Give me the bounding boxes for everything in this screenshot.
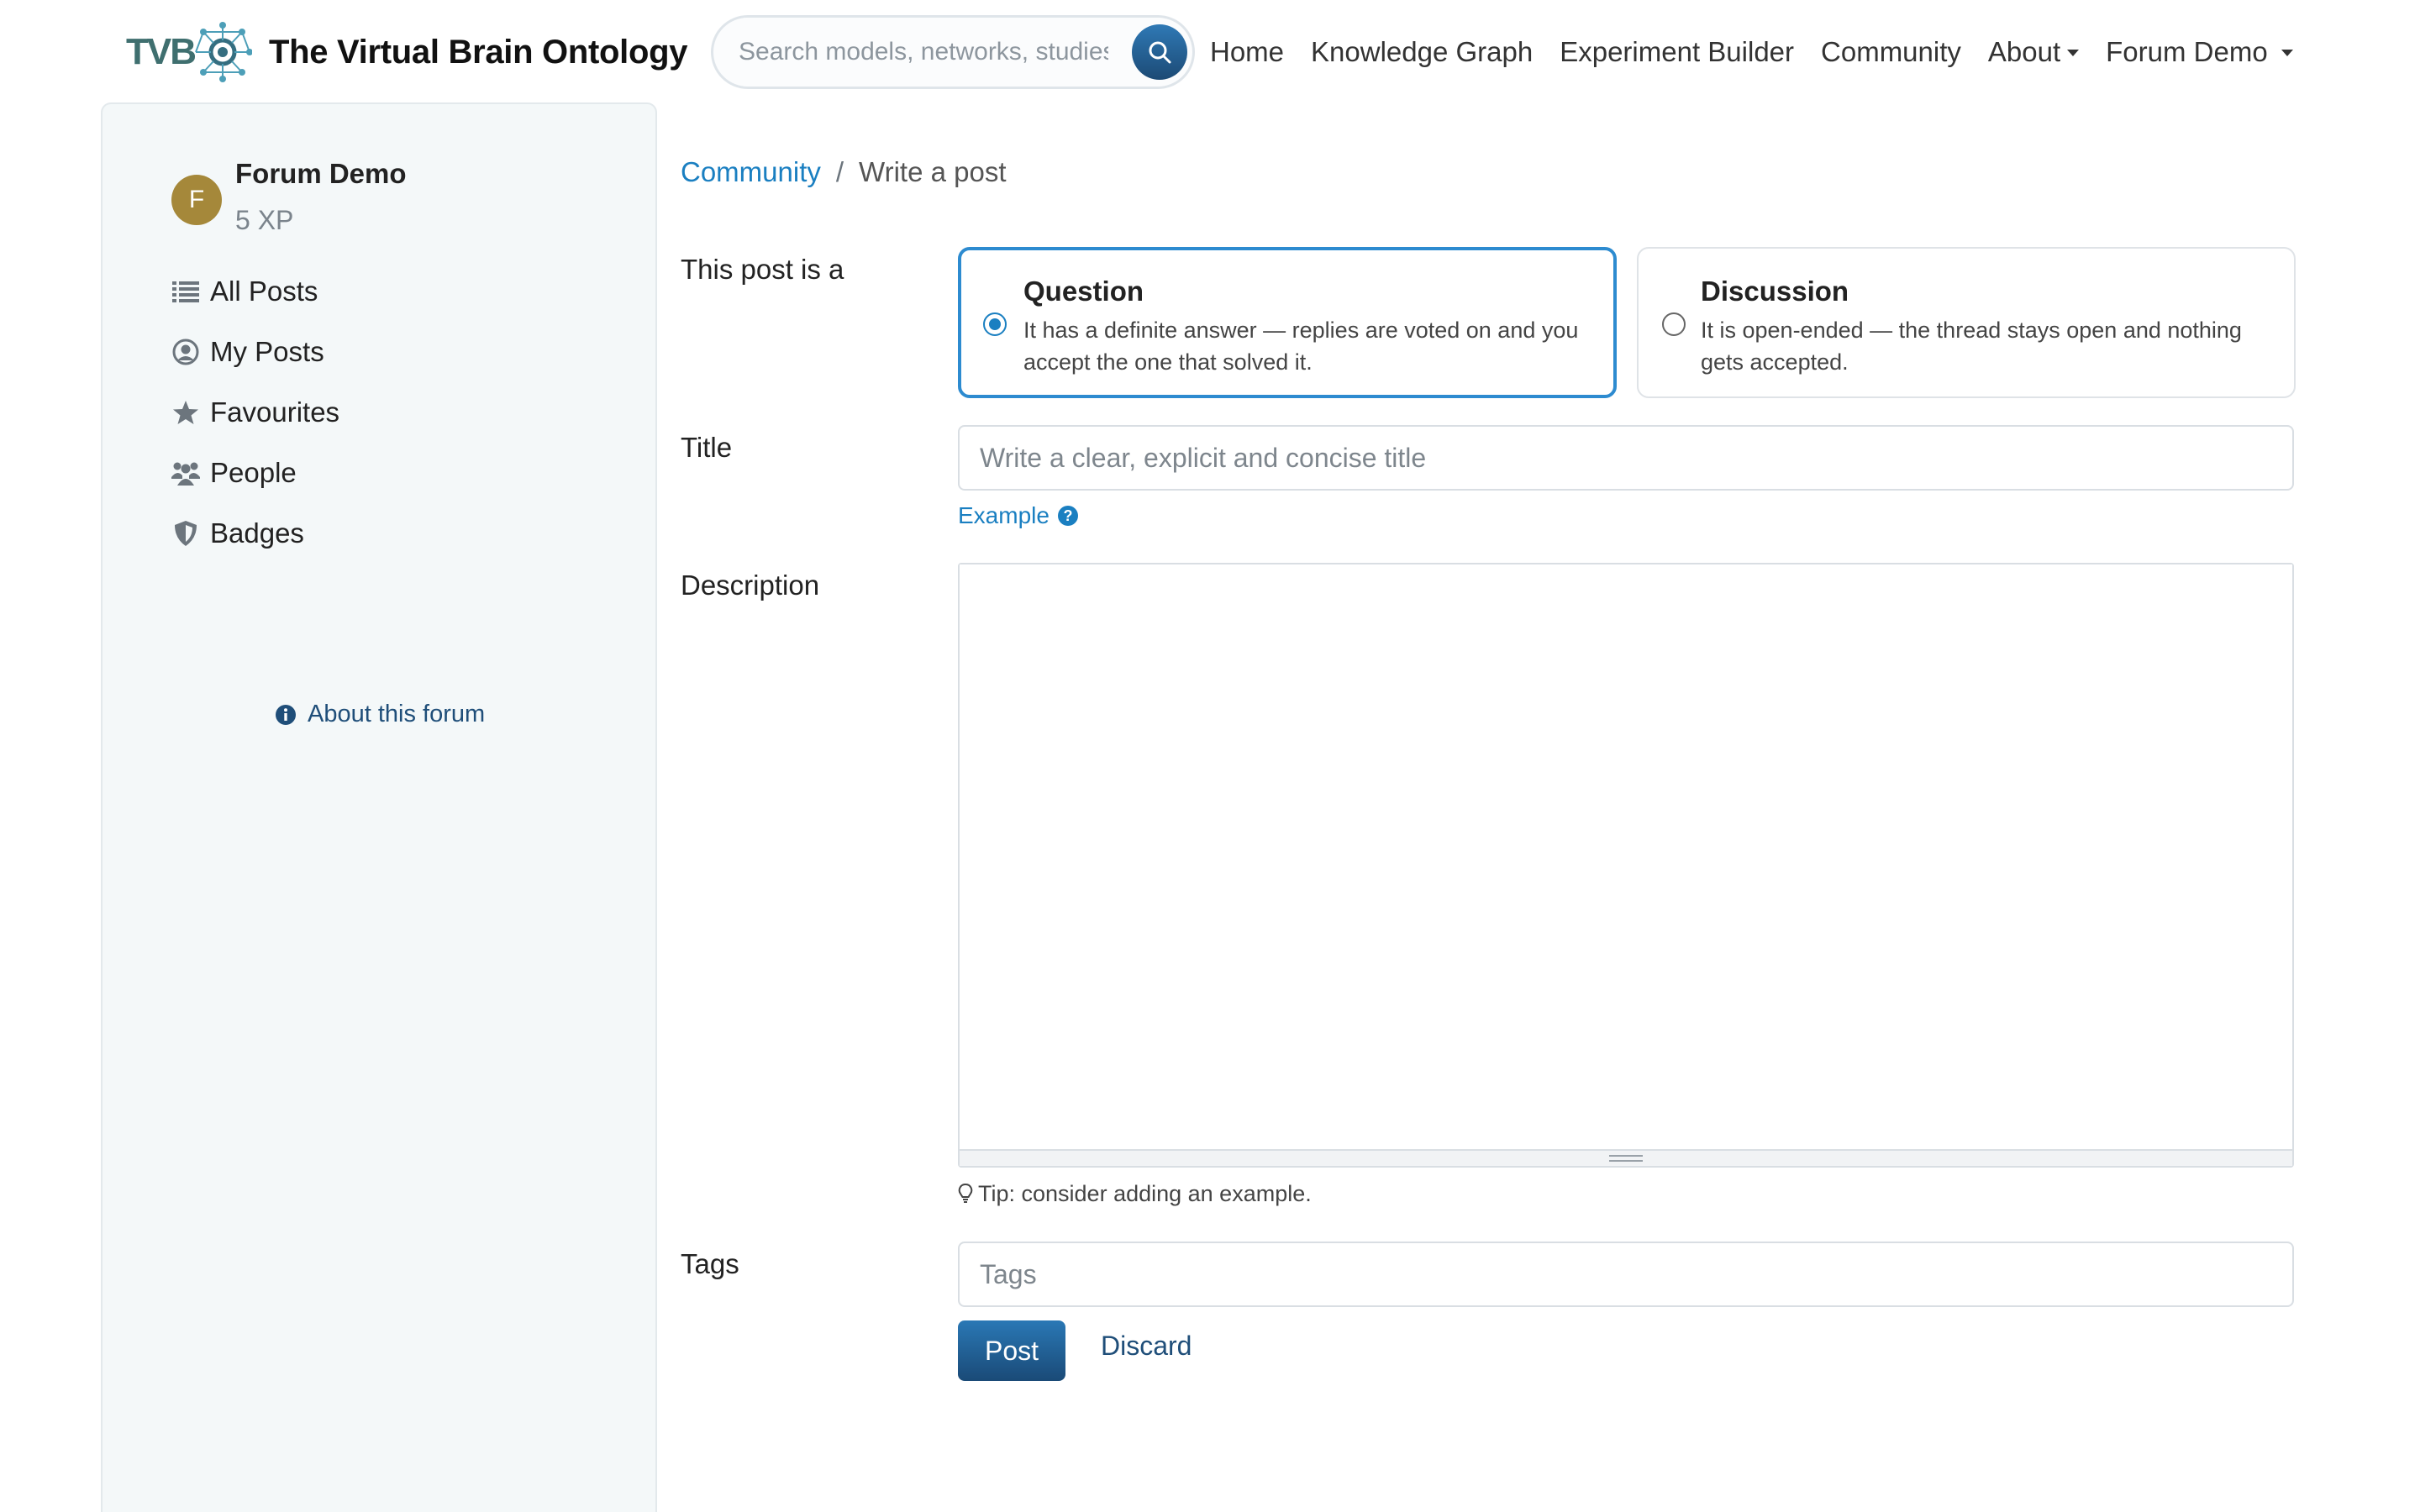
top-navbar: TVB The Virtual Brain Ontology Search mo… [0, 0, 2420, 104]
search-input[interactable] [739, 18, 1108, 87]
nav-community[interactable]: Community [1821, 36, 1961, 68]
avatar[interactable]: F [171, 175, 222, 225]
user-name[interactable]: Forum Demo [235, 158, 407, 190]
nav-user-dropdown[interactable]: Forum Demo [2106, 36, 2293, 68]
caret-down-icon [2067, 50, 2080, 56]
sidebar-item-all-posts[interactable]: All Posts [171, 270, 318, 312]
svg-text:TVB: TVB [126, 31, 195, 72]
discussion-description: It is open-ended — the thread stays open… [1701, 318, 2242, 375]
post-type-discussion-card[interactable]: Discussion It is open-ended — the thread… [1637, 247, 2296, 398]
search-button[interactable] [1132, 24, 1187, 80]
question-radio[interactable] [983, 312, 1007, 336]
sidebar-item-my-posts[interactable]: My Posts [171, 331, 324, 373]
info-circle-icon [276, 704, 296, 725]
tags-label: Tags [681, 1248, 739, 1279]
sidebar-item-people[interactable]: People [171, 452, 297, 494]
user-circle-icon [171, 338, 200, 366]
caret-down-icon [2281, 50, 2293, 56]
forum-sidebar: F Forum Demo 5 XP All Posts My Posts Fav… [101, 102, 657, 1512]
tip-text: Tip: consider adding an example. [978, 1181, 1312, 1206]
nav-about-dropdown[interactable]: About [1987, 36, 2080, 68]
post-type-label: This post is a [681, 254, 844, 285]
people-icon [171, 459, 200, 487]
nav-experiment-builder[interactable]: Experiment Builder [1560, 36, 1794, 68]
breadcrumb-current: Write a post [859, 156, 1007, 187]
brand-title: The Virtual Brain Ontology [269, 33, 688, 71]
example-link[interactable]: Example ? [958, 502, 1078, 529]
brand[interactable]: TVB The Virtual Brain Ontology [126, 20, 687, 84]
description-editor [958, 563, 2294, 1168]
about-forum-label: About this forum [308, 701, 486, 727]
sidebar-item-label: Favourites [210, 396, 340, 428]
editor-resize-handle[interactable] [960, 1149, 2292, 1166]
question-title: Question [1023, 276, 1144, 307]
post-button[interactable]: Post [958, 1320, 1065, 1381]
breadcrumb: Community / Write a post [681, 156, 1007, 188]
list-icon [171, 277, 200, 306]
editor-tip: Tip: consider adding an example. [958, 1181, 1312, 1207]
nav-knowledge-graph[interactable]: Knowledge Graph [1311, 36, 1533, 68]
description-label: Description [681, 570, 820, 601]
title-label: Title [681, 432, 733, 463]
nav-links: Home Knowledge Graph Experiment Builder … [1210, 25, 2320, 79]
nav-about-label: About [1987, 36, 2061, 67]
discussion-radio[interactable] [1662, 312, 1686, 336]
discard-button[interactable]: Discard [1101, 1331, 1192, 1362]
sidebar-item-favourites[interactable]: Favourites [171, 391, 339, 433]
shield-icon [171, 519, 200, 548]
search-box [711, 15, 1195, 89]
title-input[interactable] [958, 425, 2294, 491]
nav-user-label: Forum Demo [2106, 36, 2268, 67]
example-label: Example [958, 502, 1050, 528]
user-xp: 5 XP [235, 205, 294, 235]
question-circle-icon: ? [1057, 506, 1078, 526]
discussion-title: Discussion [1701, 276, 1849, 307]
search-icon [1149, 41, 1171, 64]
breadcrumb-separator: / [835, 156, 844, 187]
sidebar-item-label: Badges [210, 517, 304, 549]
description-textarea[interactable] [960, 564, 2292, 1151]
sidebar-item-label: My Posts [210, 336, 324, 367]
nav-home[interactable]: Home [1210, 36, 1284, 68]
about-forum-link[interactable]: About this forum [276, 701, 485, 728]
breadcrumb-community[interactable]: Community [681, 156, 821, 188]
lightbulb-icon [958, 1183, 973, 1206]
question-description: It has a definite answer — replies are v… [1023, 318, 1579, 375]
tags-input[interactable] [958, 1242, 2294, 1307]
tvb-logo-icon: TVB [126, 22, 252, 82]
star-icon [171, 398, 200, 427]
sidebar-item-label: All Posts [210, 276, 318, 307]
post-type-question-card[interactable]: Question It has a definite answer — repl… [958, 247, 1617, 398]
grip-icon [1609, 1155, 1643, 1162]
sidebar-item-label: People [210, 457, 297, 488]
sidebar-item-badges[interactable]: Badges [171, 512, 304, 554]
